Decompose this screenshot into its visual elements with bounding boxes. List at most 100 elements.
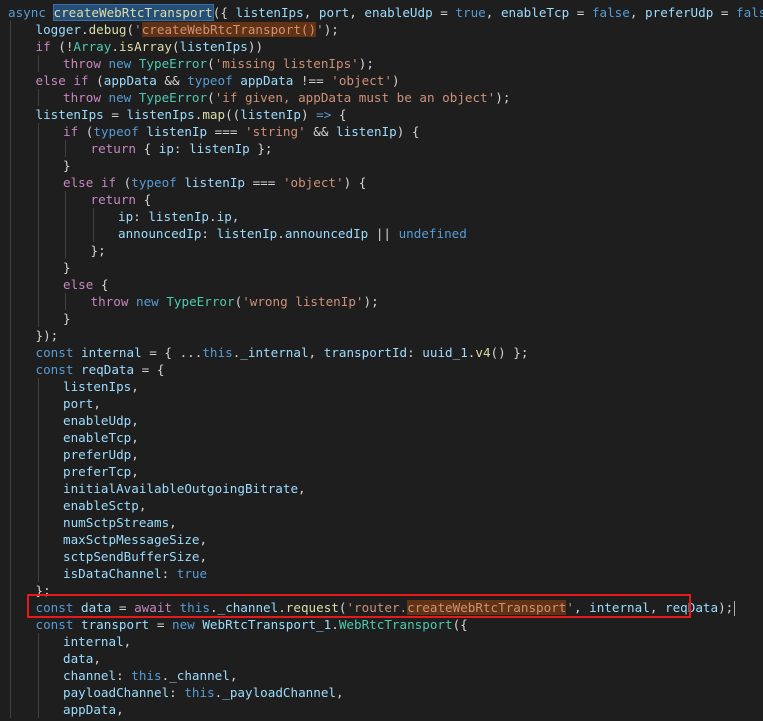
code-line[interactable]: preferUdp, [0, 446, 763, 463]
code-token: isArray [118, 39, 173, 54]
code-token: : [169, 685, 185, 700]
code-line[interactable]: throw new TypeError('missing listenIps')… [0, 55, 763, 72]
code-line[interactable]: if (typeof listenIp === 'string' && list… [0, 123, 763, 140]
code-line[interactable]: return { [0, 191, 763, 208]
code-token: === [245, 175, 283, 190]
code-text: else if (typeof listenIp === 'object') { [63, 174, 366, 191]
code-token: ) [391, 73, 400, 88]
indent-guide [10, 276, 11, 293]
code-line[interactable]: if (!Array.isArray(listenIps)) [0, 38, 763, 55]
code-line[interactable]: }); [0, 327, 763, 344]
code-line[interactable]: channel: this._channel, [0, 667, 763, 684]
code-token: async [8, 5, 54, 20]
code-text: logger.debug('createWebRtcTransport()'); [36, 21, 339, 38]
indent-guide [10, 225, 11, 242]
code-token: = [149, 617, 172, 632]
code-token: } [63, 311, 71, 326]
code-token: , [138, 498, 147, 513]
code-text: enableTcp, [63, 429, 139, 446]
code-line[interactable]: appData, [0, 701, 763, 718]
indent-guide [37, 480, 39, 497]
code-token: = { ... [141, 345, 203, 360]
code-line[interactable]: initialAvailableOutgoingBitrate, [0, 480, 763, 497]
code-line[interactable]: sctpSendBufferSize, [0, 548, 763, 565]
code-token: v4 [475, 345, 491, 360]
code-line[interactable]: isDataChannel: true [0, 565, 763, 582]
code-editor[interactable]: async createWebRtcTransport({ listenIps,… [0, 0, 763, 721]
code-line[interactable]: } [0, 157, 763, 174]
code-token: payloadChannel [63, 685, 170, 700]
code-line[interactable]: preferTcp, [0, 463, 763, 480]
code-line[interactable]: ip: listenIp.ip, [0, 208, 763, 225]
indent-guide [10, 327, 11, 344]
code-line[interactable]: const data = await this._channel.request… [0, 599, 763, 616]
code-line[interactable]: } [0, 259, 763, 276]
code-token: undefined [398, 226, 467, 241]
code-line[interactable]: else if (typeof listenIp === 'object') { [0, 174, 763, 191]
code-token: const [35, 617, 81, 632]
code-line[interactable]: const reqData = { [0, 361, 763, 378]
indent-guide [10, 259, 11, 276]
code-line[interactable]: else { [0, 276, 763, 293]
code-token: ); [358, 56, 374, 71]
code-token: announcedIp [284, 226, 369, 241]
code-line[interactable]: internal, [0, 633, 763, 650]
indent-guide [10, 412, 11, 429]
code-token: , [229, 668, 238, 683]
code-line[interactable]: logger.debug('createWebRtcTransport()'); [0, 21, 763, 38]
code-line[interactable]: enableSctp, [0, 497, 763, 514]
code-token: request [285, 600, 339, 615]
code-line[interactable]: async createWebRtcTransport({ listenIps,… [0, 4, 763, 21]
code-token: ip [118, 209, 134, 224]
code-line[interactable]: port, [0, 395, 763, 412]
indent-guide [10, 616, 11, 633]
code-token: throw [63, 90, 109, 105]
code-token: ); [363, 294, 379, 309]
indent-guide [10, 293, 11, 310]
code-token: _channel [217, 600, 279, 615]
indent-guide [37, 548, 39, 565]
indent-guide [10, 38, 11, 55]
indent-guide [10, 531, 11, 548]
code-line[interactable]: maxSctpMessageSize, [0, 531, 763, 548]
code-token: enableUdp [63, 413, 132, 428]
code-line[interactable]: }; [0, 582, 763, 599]
code-line[interactable]: listenIps = listenIps.map((listenIp) => … [0, 106, 763, 123]
code-line[interactable]: const transport = new WebRtcTransport_1.… [0, 616, 763, 633]
code-line[interactable]: enableTcp, [0, 429, 763, 446]
code-text: const internal = { ...this._internal, tr… [36, 344, 529, 361]
code-token: ip [158, 141, 174, 156]
code-token: preferTcp [63, 464, 132, 479]
code-token: || [368, 226, 399, 241]
code-line[interactable]: throw new TypeError('wrong listenIp'); [0, 293, 763, 310]
code-line[interactable]: }; [0, 242, 763, 259]
code-token: , [169, 515, 177, 530]
code-text: enableSctp, [63, 497, 146, 514]
indent-guide [65, 191, 66, 208]
indent-guide [37, 55, 39, 72]
code-line[interactable]: payloadChannel: this._payloadChannel, [0, 684, 763, 701]
code-text: maxSctpMessageSize, [63, 531, 207, 548]
code-line[interactable]: numSctpStreams, [0, 514, 763, 531]
code-token: logger [35, 22, 82, 37]
code-line[interactable]: announcedIp: listenIp.announcedIp || und… [0, 225, 763, 242]
code-token: = [569, 5, 592, 20]
code-token: ' [134, 22, 142, 37]
code-line[interactable]: listenIps, [0, 378, 763, 395]
code-token: listenIp [336, 124, 397, 139]
indent-guide [65, 225, 66, 242]
code-token: . [81, 22, 89, 37]
code-line[interactable]: } [0, 310, 763, 327]
code-line[interactable]: enableUdp, [0, 412, 763, 429]
code-line[interactable]: data, [0, 650, 763, 667]
code-line[interactable]: else if (appData && typeof appData !== '… [0, 72, 763, 89]
indent-guide [37, 293, 39, 310]
indent-guide [10, 344, 11, 361]
code-line[interactable]: const internal = { ...this._internal, tr… [0, 344, 763, 361]
code-line[interactable]: return { ip: listenIp }; [0, 140, 763, 157]
indent-guide [37, 208, 39, 225]
code-line[interactable]: throw new TypeError('if given, appData m… [0, 89, 763, 106]
code-token: else [63, 277, 101, 292]
indent-guide [10, 701, 11, 718]
code-token: 'object' [282, 175, 344, 190]
